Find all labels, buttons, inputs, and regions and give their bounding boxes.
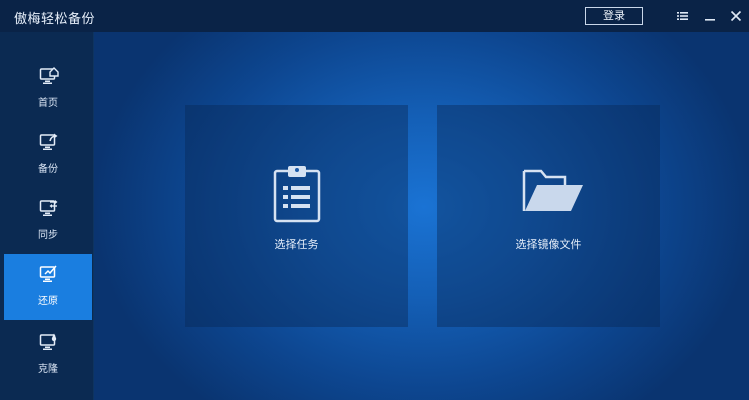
main-panel: 选择任务 选择镜像文件 [94,32,749,400]
select-image-file-card[interactable]: 选择镜像文件 [437,105,660,327]
sidebar-item-label: 还原 [38,296,58,307]
menu-icon[interactable] [674,8,690,24]
clipboard-list-icon [271,165,323,223]
sidebar-item-label: 克隆 [38,364,58,375]
select-task-card[interactable]: 选择任务 [185,105,408,327]
login-button[interactable]: 登录 [585,7,643,25]
close-icon[interactable] [728,8,744,24]
restore-monitor-icon [39,264,59,284]
select-image-file-label: 选择镜像文件 [515,238,582,251]
sidebar-item-home[interactable]: 首页 [4,56,92,122]
sidebar-item-label: 同步 [38,230,58,241]
folder-open-icon [521,167,585,217]
select-task-label: 选择任务 [274,238,319,251]
sidebar-item-restore[interactable]: 还原 [4,254,92,320]
backup-monitor-icon [39,132,59,152]
sidebar: 首页 备份 同步 还原 克隆 [0,32,94,400]
home-monitor-icon [39,66,59,86]
sync-monitor-icon [39,198,59,218]
minimize-icon[interactable] [702,8,718,24]
app-title: 傲梅轻松备份 [14,12,96,27]
sidebar-item-label: 首页 [38,98,58,109]
sidebar-item-clone[interactable]: 克隆 [4,322,92,388]
sidebar-item-label: 备份 [38,164,58,175]
sidebar-item-backup[interactable]: 备份 [4,122,92,188]
clone-monitor-icon [39,332,59,352]
sidebar-item-sync[interactable]: 同步 [4,188,92,254]
app-window: 傲梅轻松备份 登录 首页 备份 同步 还原 克隆 选择任务 选择镜像文件 [0,0,749,400]
title-bar: 傲梅轻松备份 登录 [0,0,749,33]
